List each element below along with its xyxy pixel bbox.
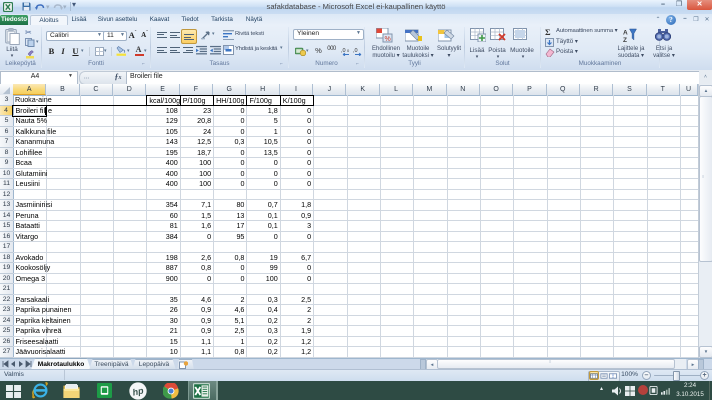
svg-text:0: 0	[347, 48, 350, 53]
svg-text:A: A	[623, 30, 628, 37]
svg-text:,0: ,0	[353, 48, 358, 54]
svg-text:Z: Z	[623, 37, 627, 42]
svg-text:%: %	[385, 36, 391, 43]
